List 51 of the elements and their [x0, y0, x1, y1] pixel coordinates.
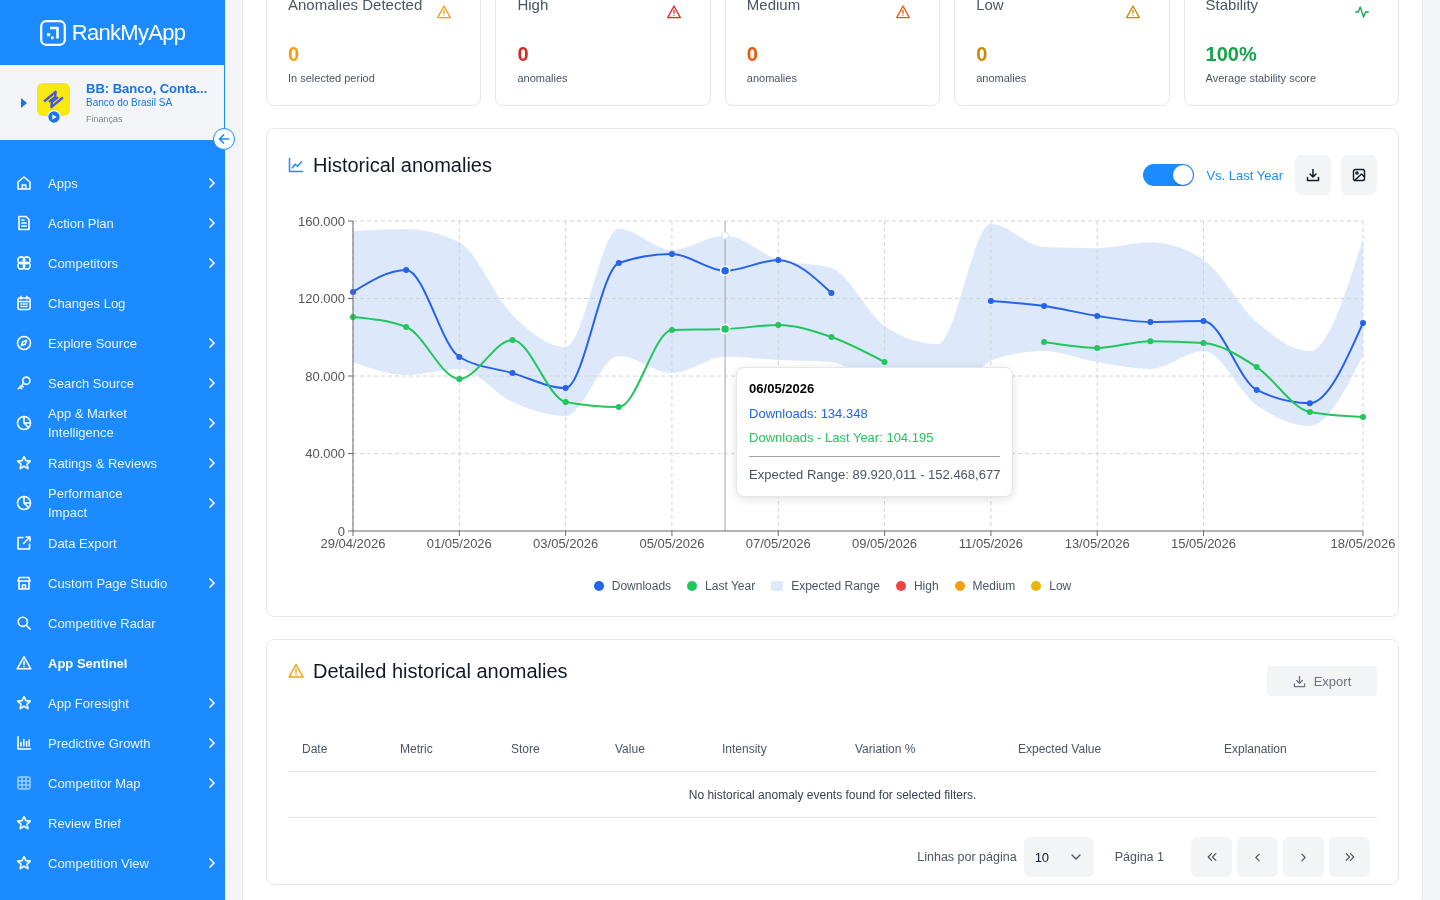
empty-message: No historical anomaly events found for selected filters.	[688, 787, 977, 802]
stat-value: 0	[517, 42, 529, 66]
x-axis-label: 29/04/2026	[320, 536, 386, 551]
tooltip-date: 06/05/2026	[749, 380, 816, 398]
x-axis-label: 15/05/2026	[1171, 536, 1237, 551]
y-axis-label: 40.000	[305, 446, 345, 461]
stat-title: High	[517, 0, 549, 15]
x-axis-label: 09/05/2026	[852, 536, 918, 551]
x-axis-label: 05/05/2026	[639, 536, 705, 551]
stat-value: 0	[746, 42, 758, 66]
app-name: BB: Banco, Conta...	[86, 80, 208, 96]
stat-caption: Average stability score	[1205, 71, 1317, 85]
column-header: Metric	[399, 742, 434, 756]
stat-title: Anomalies Detected	[288, 0, 423, 15]
stat-caption: anomalies	[746, 71, 797, 85]
x-axis-label: 03/05/2026	[533, 536, 599, 551]
tooltip-value: Downloads - Last Year: 104.195	[749, 429, 935, 447]
stat-caption: anomalies	[517, 71, 568, 85]
stat-title: Stability	[1205, 0, 1259, 15]
stat-title: Low	[976, 0, 1004, 15]
stat-value: 100%	[1205, 42, 1257, 66]
card-title: Detailed historical anomalies	[313, 659, 568, 684]
stat-caption: anomalies	[976, 71, 1027, 85]
tooltip-value: Downloads: 134.348	[749, 405, 869, 423]
column-header: Date	[301, 742, 329, 756]
stat-title: Medium	[746, 0, 801, 15]
tooltip-range: Expected Range: 89.920,011 - 152.468,677	[749, 466, 1001, 484]
y-axis-label: 120.000	[298, 291, 345, 306]
logo-text: RankMyApp	[71, 19, 186, 46]
column-header: Expected Value	[1017, 742, 1103, 756]
y-axis-label: 160.000	[298, 213, 345, 229]
rows-per-page-label: Linhas por página	[917, 850, 1017, 864]
card-title: Historical anomalies	[313, 153, 492, 178]
x-axis-label: 13/05/2026	[1064, 536, 1130, 551]
stat-caption: In selected period	[288, 71, 375, 85]
x-axis-label: 18/05/2026	[1330, 536, 1396, 551]
x-axis-label: 07/05/2026	[745, 536, 811, 551]
app-developer: Banco do Brasil SA	[86, 95, 174, 109]
x-axis-label: 01/05/2026	[426, 536, 492, 551]
column-header: Value	[614, 742, 646, 756]
y-axis-label: 80.000	[305, 368, 345, 384]
column-header: Intensity	[721, 742, 768, 756]
stat-value: 0	[288, 42, 300, 66]
column-header: Explanation	[1223, 742, 1288, 756]
y-axis-label: 0	[337, 523, 345, 539]
column-header: Store	[510, 742, 541, 756]
x-axis-label: 11/05/2026	[958, 536, 1023, 551]
column-header: Variation %	[854, 742, 917, 756]
app-category: Finanças	[86, 112, 124, 125]
stat-value: 0	[976, 42, 988, 66]
page-label: Página 1	[1114, 850, 1164, 864]
